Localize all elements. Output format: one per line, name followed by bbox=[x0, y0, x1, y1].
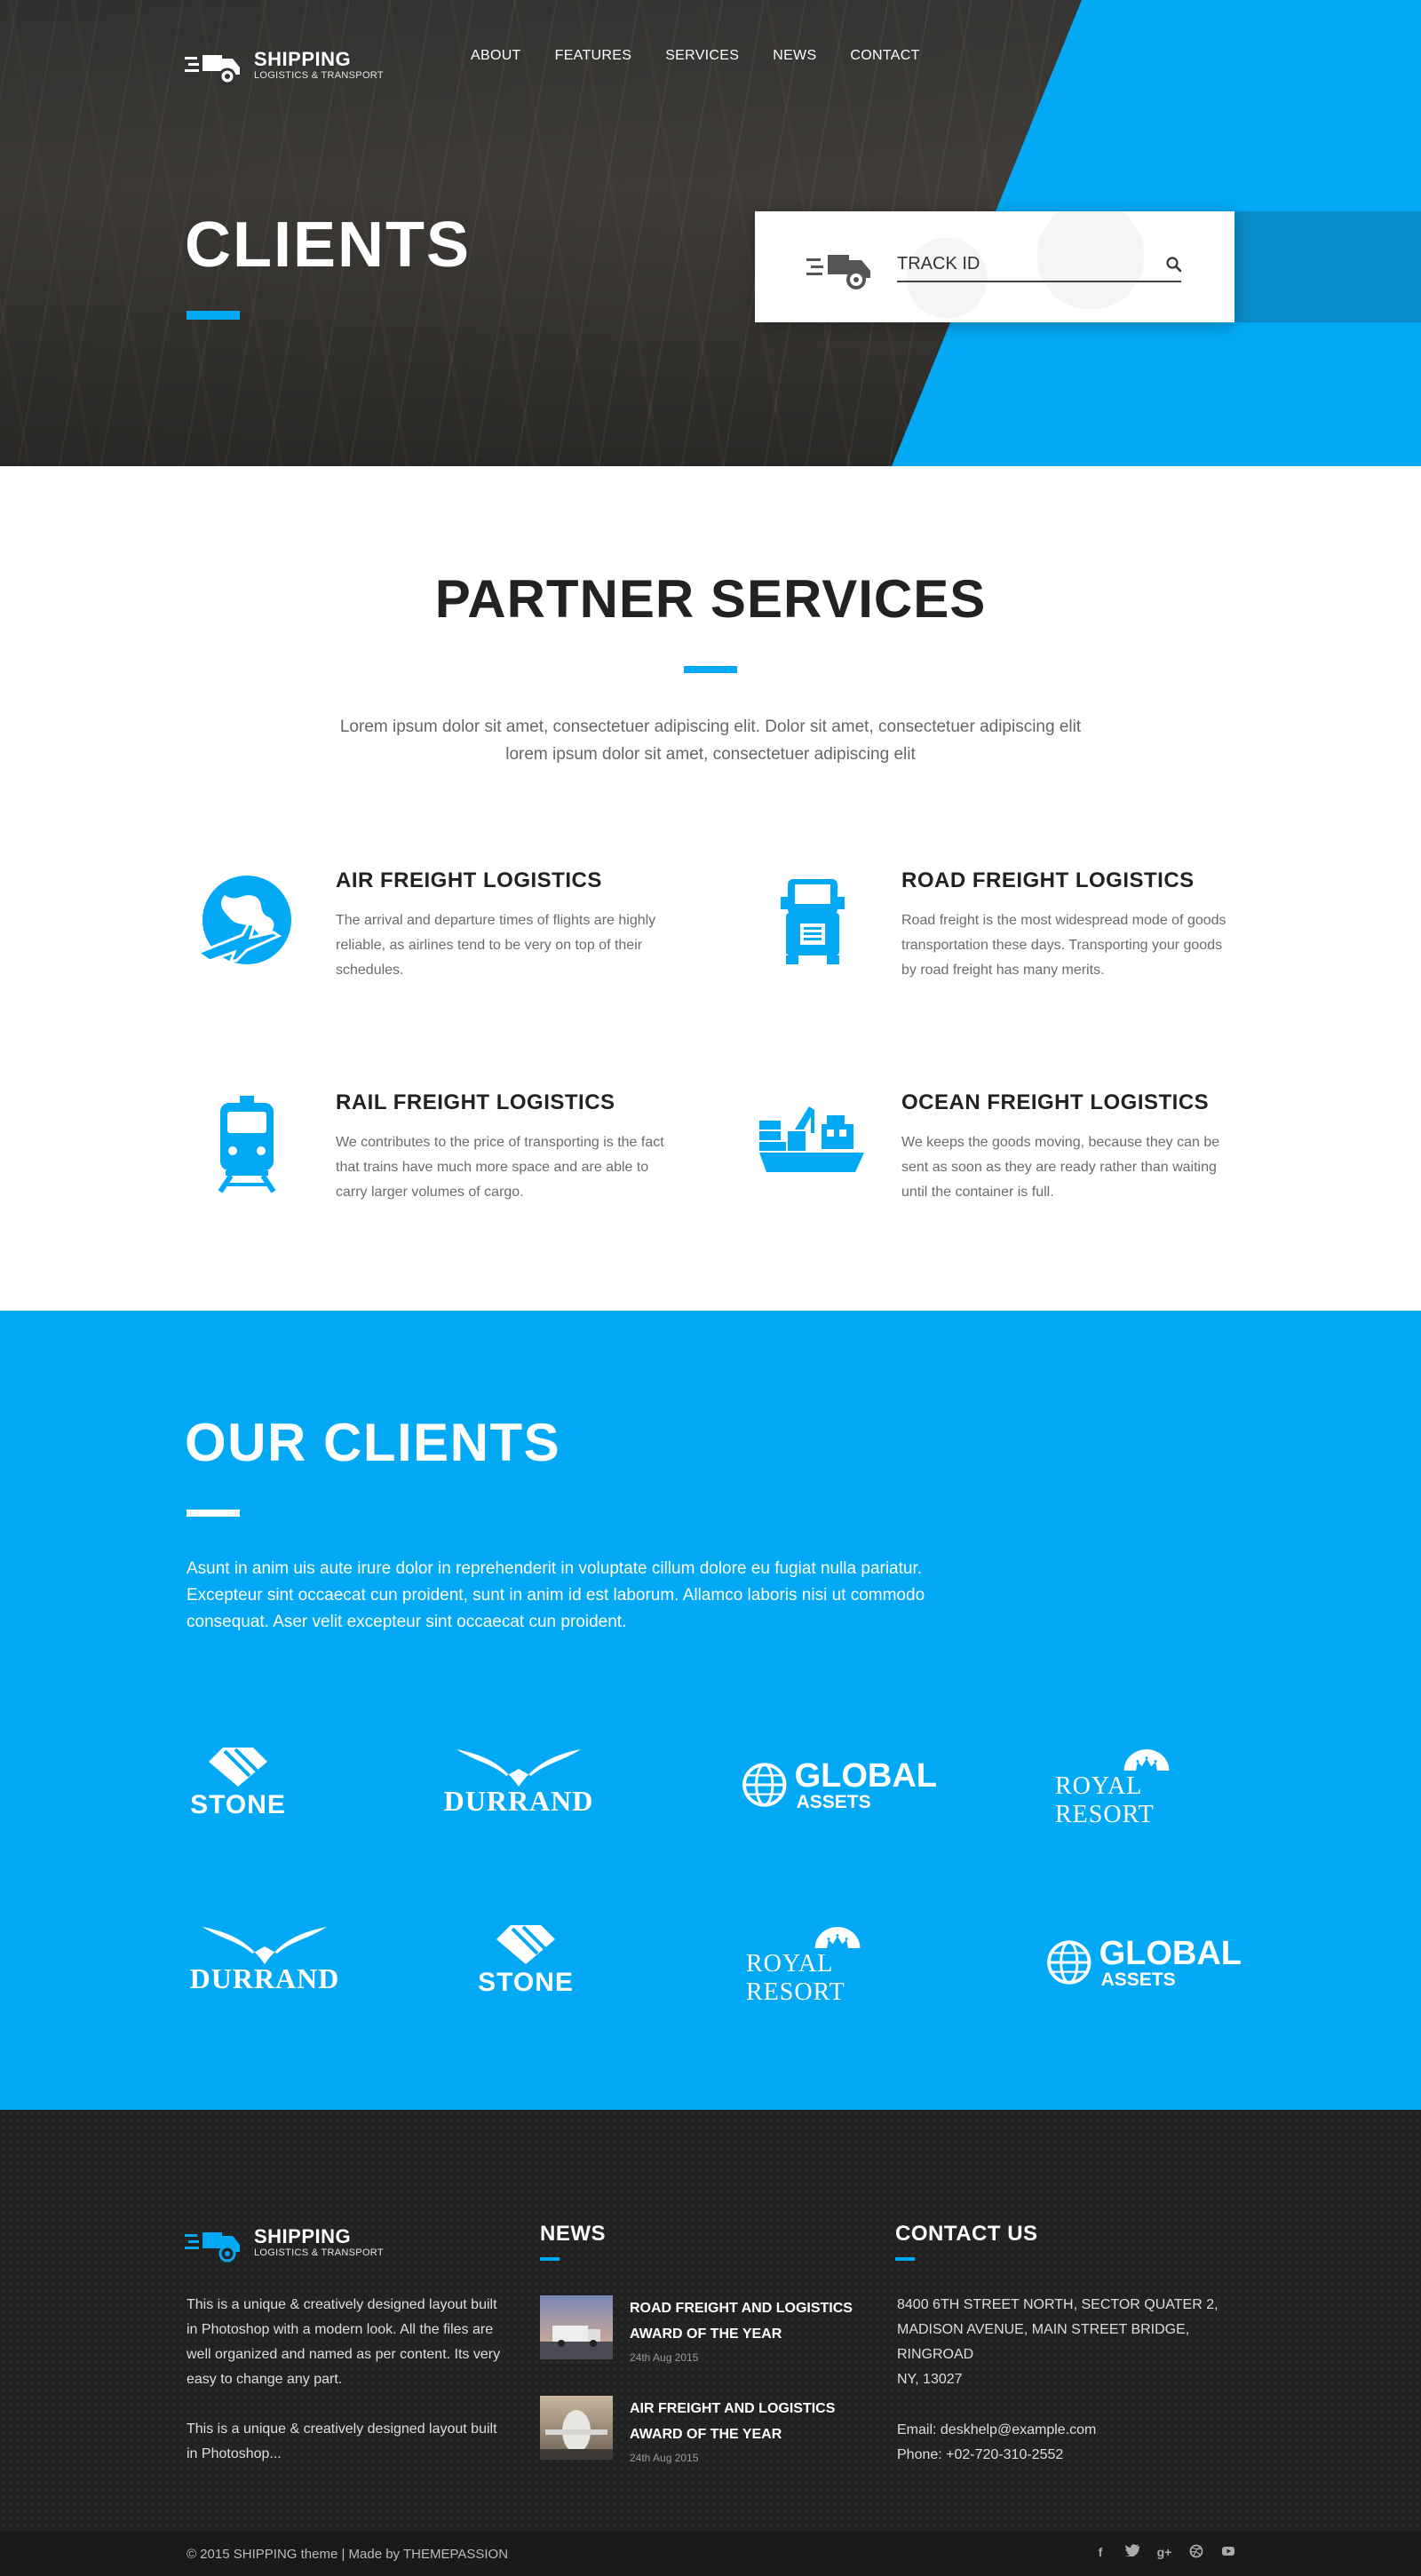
client-logo-royal-resort[interactable]: ROYAL RESORT bbox=[1055, 1749, 1237, 1829]
contact-phone: Phone: +02-720-310-2552 bbox=[897, 2447, 1064, 2462]
logo-text: STONE bbox=[478, 1968, 574, 1997]
contact-address: 8400 6TH STREET NORTH, SECTOR QUATER 2, … bbox=[897, 2293, 1252, 2392]
client-logo-royal-resort[interactable]: ROYAL RESORT bbox=[746, 1927, 928, 2007]
partner-services-title: PARTNER SERVICES bbox=[434, 569, 987, 629]
news-item[interactable]: ROAD FREIGHT AND LOGISTICS AWARD OF THE … bbox=[540, 2295, 877, 2366]
service-text: We keeps the goods moving, because they … bbox=[901, 1135, 1220, 1200]
section-underline bbox=[187, 1510, 240, 1517]
track-id-input[interactable] bbox=[897, 247, 1181, 282]
dribbble-icon[interactable] bbox=[1188, 2544, 1204, 2560]
service-title: OCEAN FREIGHT LOGISTICS bbox=[901, 1090, 1210, 1114]
footer-about-text: This is a unique & creatively designed l… bbox=[187, 2297, 501, 2387]
client-logo-global-assets[interactable]: GLOBAL ASSETS bbox=[742, 1749, 937, 1820]
nav-features[interactable]: FEATURES bbox=[555, 48, 632, 64]
brand-name: SHIPPING bbox=[254, 48, 352, 70]
our-clients-title: OUR CLIENTS bbox=[185, 1413, 561, 1472]
address-line: MADISON AVENUE, MAIN STREET BRIDGE, bbox=[897, 2322, 1190, 2337]
site-logo[interactable]: SHIPPING LOGISTICS & TRANSPORT bbox=[185, 44, 384, 85]
ship-icon bbox=[759, 1106, 864, 1172]
facebook-icon[interactable]: f bbox=[1092, 2544, 1108, 2560]
truck-logo-icon bbox=[185, 2232, 240, 2263]
search-icon[interactable] bbox=[1165, 256, 1183, 273]
logo-text: ROYAL RESORT bbox=[746, 1950, 845, 2006]
brand-tagline: LOGISTICS & TRANSPORT bbox=[254, 2247, 384, 2258]
main-nav: ABOUT FEATURES SERVICES NEWS CONTACT bbox=[471, 48, 920, 64]
title-underline bbox=[187, 311, 240, 320]
logo-text: GLOBAL bbox=[794, 1756, 937, 1795]
crown-logo-icon bbox=[814, 1927, 860, 1948]
service-text: The arrival and departure times of fligh… bbox=[336, 913, 656, 978]
logo-subtext: ASSETS bbox=[1100, 1969, 1176, 1990]
service-text: We contributes to the price of transport… bbox=[336, 1135, 664, 1200]
diamond-logo-icon bbox=[496, 1925, 555, 1964]
contact-details: Email: deskhelp@example.com Phone: +02-7… bbox=[897, 2418, 1252, 2468]
footer-logo[interactable]: SHIPPING LOGISTICS & TRANSPORT bbox=[185, 2222, 384, 2263]
news-item[interactable]: AIR FREIGHT AND LOGISTICS AWARD OF THE Y… bbox=[540, 2396, 877, 2467]
google-plus-icon[interactable]: g+ bbox=[1156, 2544, 1172, 2560]
partner-services-description: Lorem ipsum dolor sit amet, consectetuer… bbox=[339, 717, 1082, 764]
logo-text: GLOBAL bbox=[1099, 1934, 1242, 1972]
footer-bottom-bar: © 2015 SHIPPING theme | Made by THEMEPAS… bbox=[0, 2532, 1421, 2576]
logo-text: ROYAL RESORT bbox=[1055, 1772, 1155, 1828]
footer-contact-title: CONTACT US bbox=[895, 2222, 1038, 2246]
logo-text: DURRAND bbox=[189, 1962, 340, 1994]
client-logo-global-assets[interactable]: GLOBAL ASSETS bbox=[1046, 1927, 1242, 1998]
service-title: RAIL FREIGHT LOGISTICS bbox=[336, 1090, 615, 1114]
footer-about-text-2: This is a unique & creatively designed l… bbox=[187, 2421, 497, 2461]
truck-logo-icon bbox=[185, 55, 240, 85]
page-title: CLIENTS bbox=[185, 210, 472, 281]
news-title: AIR FREIGHT AND LOGISTICS AWARD OF THE Y… bbox=[630, 2401, 836, 2442]
client-logo-durrand[interactable]: DURRAND bbox=[185, 1923, 345, 2003]
brand-name: SHIPPING bbox=[254, 2225, 352, 2247]
news-title: ROAD FREIGHT AND LOGISTICS AWARD OF THE … bbox=[630, 2301, 853, 2342]
wings-logo-icon bbox=[456, 1749, 581, 1787]
brand-tagline: LOGISTICS & TRANSPORT bbox=[254, 70, 384, 81]
track-widget bbox=[755, 211, 1234, 322]
globe-logo-icon bbox=[742, 1763, 787, 1807]
crown-logo-icon bbox=[1123, 1749, 1169, 1771]
logo-text: DURRAND bbox=[443, 1785, 594, 1817]
client-logo-durrand[interactable]: DURRAND bbox=[439, 1746, 599, 1826]
service-text: Road freight is the most widespread mode… bbox=[901, 913, 1227, 978]
nav-news[interactable]: NEWS bbox=[773, 48, 816, 64]
section-underline bbox=[684, 666, 737, 673]
client-logo-stone[interactable]: STONE bbox=[472, 1923, 579, 2003]
youtube-icon[interactable] bbox=[1220, 2544, 1236, 2560]
logo-text: STONE bbox=[190, 1790, 286, 1819]
address-line: NY, 13027 bbox=[897, 2372, 963, 2387]
nav-contact[interactable]: CONTACT bbox=[850, 48, 919, 64]
nav-services[interactable]: SERVICES bbox=[665, 48, 739, 64]
social-links: f g+ bbox=[1092, 2544, 1236, 2560]
globe-plane-icon bbox=[194, 876, 291, 964]
news-thumbnail bbox=[540, 2295, 613, 2359]
our-clients-description: Asunt in anim uis aute irure dolor in re… bbox=[187, 1559, 925, 1631]
logo-subtext: ASSETS bbox=[796, 1791, 871, 1812]
contact-email[interactable]: Email: deskhelp@example.com bbox=[897, 2418, 1252, 2443]
footer-news-title: NEWS bbox=[540, 2222, 606, 2246]
copyright-text: © 2015 SHIPPING theme | Made by THEMEPAS… bbox=[187, 2547, 509, 2562]
service-title: AIR FREIGHT LOGISTICS bbox=[336, 868, 602, 892]
truck-icon bbox=[781, 879, 845, 964]
twitter-icon[interactable] bbox=[1124, 2544, 1140, 2560]
news-thumbnail bbox=[540, 2396, 613, 2460]
service-title: ROAD FREIGHT LOGISTICS bbox=[901, 868, 1195, 892]
diamond-logo-icon bbox=[209, 1748, 267, 1787]
news-date: 24th Aug 2015 bbox=[630, 2351, 699, 2364]
address-line: 8400 6TH STREET NORTH, SECTOR QUATER 2, bbox=[897, 2297, 1219, 2312]
address-line: RINGROAD bbox=[897, 2347, 974, 2362]
wings-logo-icon bbox=[202, 1927, 327, 1964]
nav-about[interactable]: ABOUT bbox=[471, 48, 521, 64]
client-logo-stone[interactable]: STONE bbox=[185, 1746, 291, 1826]
train-icon bbox=[218, 1096, 276, 1193]
globe-logo-icon bbox=[1047, 1940, 1092, 1985]
truck-icon bbox=[806, 255, 870, 289]
news-date: 24th Aug 2015 bbox=[630, 2452, 699, 2464]
